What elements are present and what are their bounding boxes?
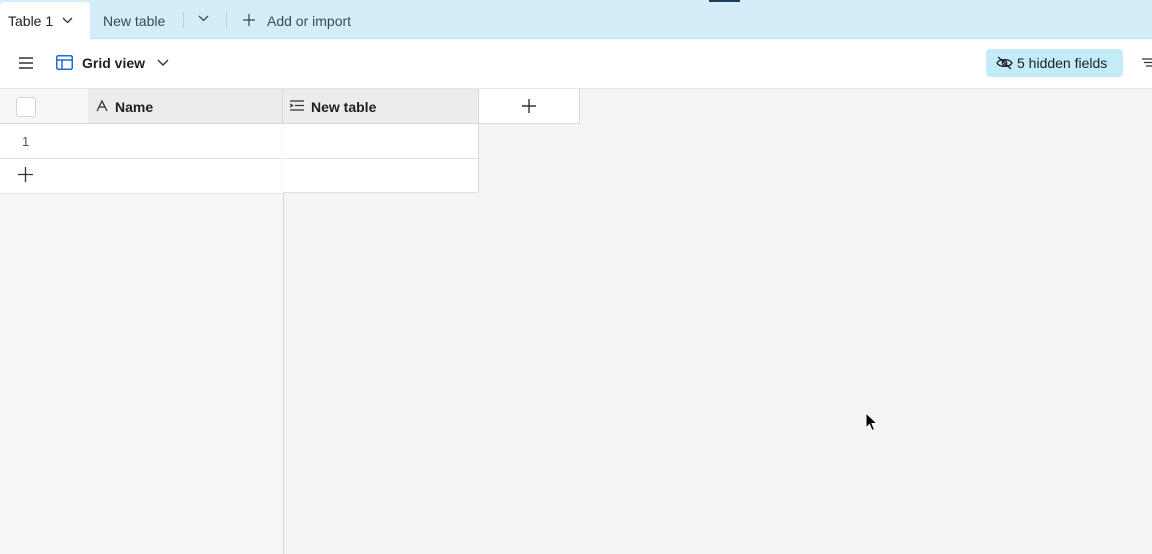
mouse-cursor-icon [865, 412, 879, 432]
tab-table-1[interactable]: Table 1 [0, 2, 90, 39]
column-header-new-table-label: New table [311, 99, 377, 115]
add-or-import-button[interactable]: Add or import [267, 13, 351, 29]
plus-icon[interactable] [242, 13, 256, 27]
header-select-cell [0, 89, 88, 124]
table-tab-bar [0, 0, 1152, 39]
single-line-text-icon [96, 100, 108, 112]
add-row-cell[interactable] [283, 159, 479, 193]
view-toolbar [0, 39, 1152, 89]
cell-new-table[interactable] [283, 124, 479, 159]
add-field-button[interactable] [479, 89, 580, 124]
chevron-down-icon[interactable] [198, 15, 209, 22]
chevron-down-icon[interactable] [157, 59, 169, 66]
plus-icon [522, 99, 536, 113]
add-row[interactable] [0, 159, 282, 194]
hidden-fields-button[interactable]: 5 hidden fields [986, 49, 1123, 77]
top-indicator-bar [709, 0, 740, 2]
column-header-name[interactable]: Name [88, 89, 283, 124]
hamburger-menu-icon[interactable] [19, 57, 33, 69]
eye-slash-icon [996, 56, 1013, 70]
select-all-checkbox[interactable] [16, 97, 36, 117]
grid-view-icon[interactable] [56, 55, 73, 70]
row-number: 1 [22, 134, 30, 149]
hidden-fields-label: 5 hidden fields [1017, 55, 1108, 71]
long-text-icon [290, 100, 304, 111]
tab-divider [226, 12, 227, 28]
chevron-down-icon[interactable] [62, 17, 73, 24]
view-switcher[interactable]: Grid view [82, 55, 145, 71]
tab-divider [183, 12, 184, 28]
filter-icon[interactable] [1142, 58, 1152, 67]
tab-new-table[interactable]: New table [103, 13, 165, 29]
plus-icon[interactable] [18, 167, 33, 182]
column-header-new-table[interactable]: New table [283, 89, 479, 124]
column-header-name-label: Name [115, 99, 154, 115]
table-row[interactable] [0, 124, 282, 159]
tab-table-1-label: Table 1 [8, 13, 54, 29]
